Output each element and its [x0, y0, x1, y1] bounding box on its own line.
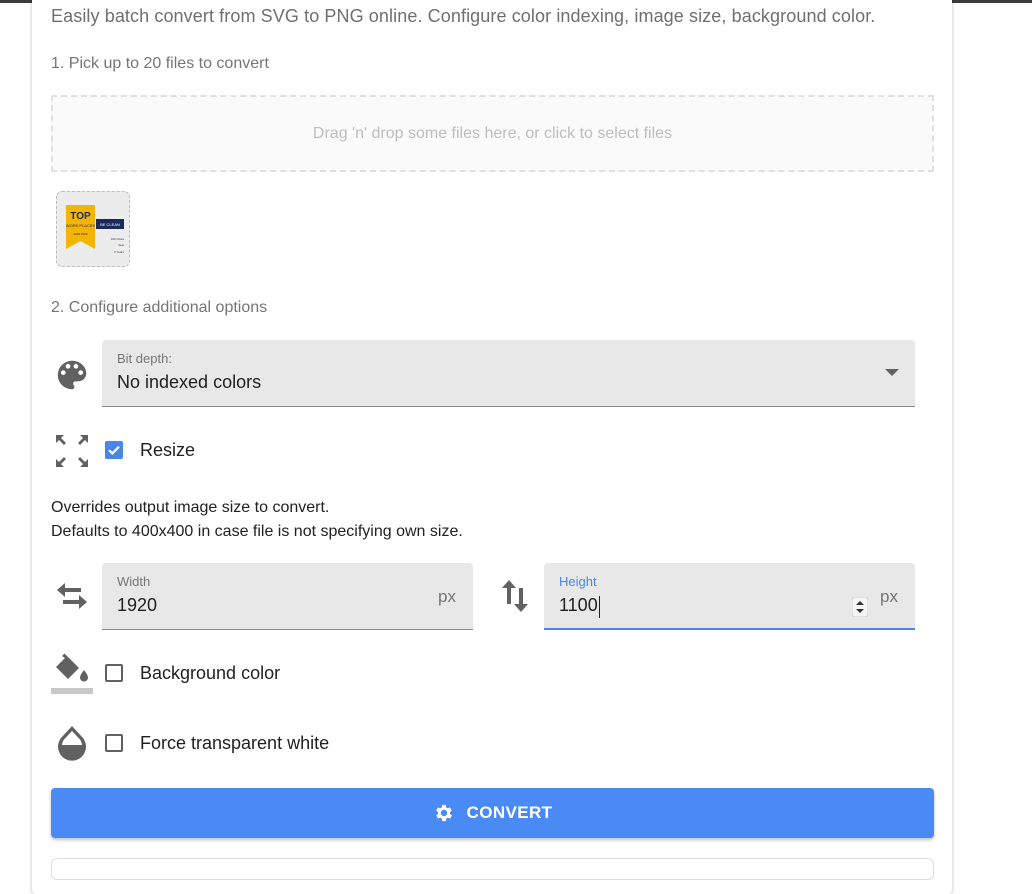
resize-label: Resize	[140, 440, 196, 460]
thumb-line-1: 100 Cities	[111, 237, 125, 241]
width-field[interactable]: Width 1920 px	[102, 563, 473, 630]
number-stepper-icon[interactable]	[852, 597, 868, 617]
thumbnail-image: TOP WORK PLACES 2019 2020 BE CLEAN 100 C…	[66, 205, 125, 254]
convert-label: CONVERT	[466, 803, 553, 822]
brand-text: BE CLEAN	[100, 222, 120, 227]
text-caret	[599, 596, 600, 618]
swap-horizontal-icon	[55, 581, 89, 611]
width-label: Width	[117, 574, 151, 589]
file-thumbnail[interactable]: TOP WORK PLACES 2019 2020 BE CLEAN 100 C…	[56, 191, 130, 267]
convert-button[interactable]: CONVERT	[51, 788, 934, 838]
badge-sub-text: WORK PLACES	[66, 223, 96, 228]
width-value: 1920	[117, 595, 158, 615]
height-unit: px	[880, 587, 898, 606]
file-dropzone[interactable]: Drag 'n' drop some files here, or click …	[51, 95, 934, 172]
height-label: Height	[559, 574, 597, 589]
badge-year-text: 2019 2020	[73, 232, 88, 236]
width-unit: px	[438, 587, 456, 606]
thumb-line-3: 3 Years	[114, 250, 125, 254]
resize-helper-text-2: Defaults to 400x400 in case file is not …	[51, 523, 463, 540]
bit-depth-label: Bit depth:	[117, 351, 172, 366]
force-transparent-white-checkbox[interactable]	[105, 734, 123, 752]
bit-depth-select[interactable]: Bit depth: No indexed colors	[102, 340, 915, 407]
resize-helper-text-1: Overrides output image size to convert.	[51, 499, 330, 516]
swap-vertical-icon	[500, 578, 530, 614]
palette-icon	[53, 356, 91, 394]
page-subtitle: Easily batch convert from SVG to PNG onl…	[51, 6, 876, 26]
thumb-line-2: Year	[118, 243, 124, 247]
chevron-down-icon	[885, 369, 899, 377]
invert-colors-icon	[55, 724, 89, 762]
force-transparent-white-label: Force transparent white	[140, 733, 330, 753]
step2-label: 2. Configure additional options	[51, 299, 268, 316]
step1-label: 1. Pick up to 20 files to convert	[51, 55, 269, 72]
badge-top-text: TOP	[70, 211, 91, 222]
results-panel-edge	[51, 858, 934, 880]
background-color-label: Background color	[140, 663, 281, 683]
fullscreen-icon	[54, 433, 90, 469]
dropzone-text: Drag 'n' drop some files here, or click …	[312, 124, 673, 142]
resize-checkbox[interactable]	[105, 441, 123, 459]
format-color-fill-icon	[51, 653, 93, 695]
background-color-checkbox[interactable]	[105, 664, 123, 682]
height-value[interactable]: 1100	[559, 595, 598, 616]
gear-icon	[433, 802, 455, 824]
checkmark-icon	[108, 445, 120, 455]
bit-depth-value: No indexed colors	[117, 372, 262, 392]
